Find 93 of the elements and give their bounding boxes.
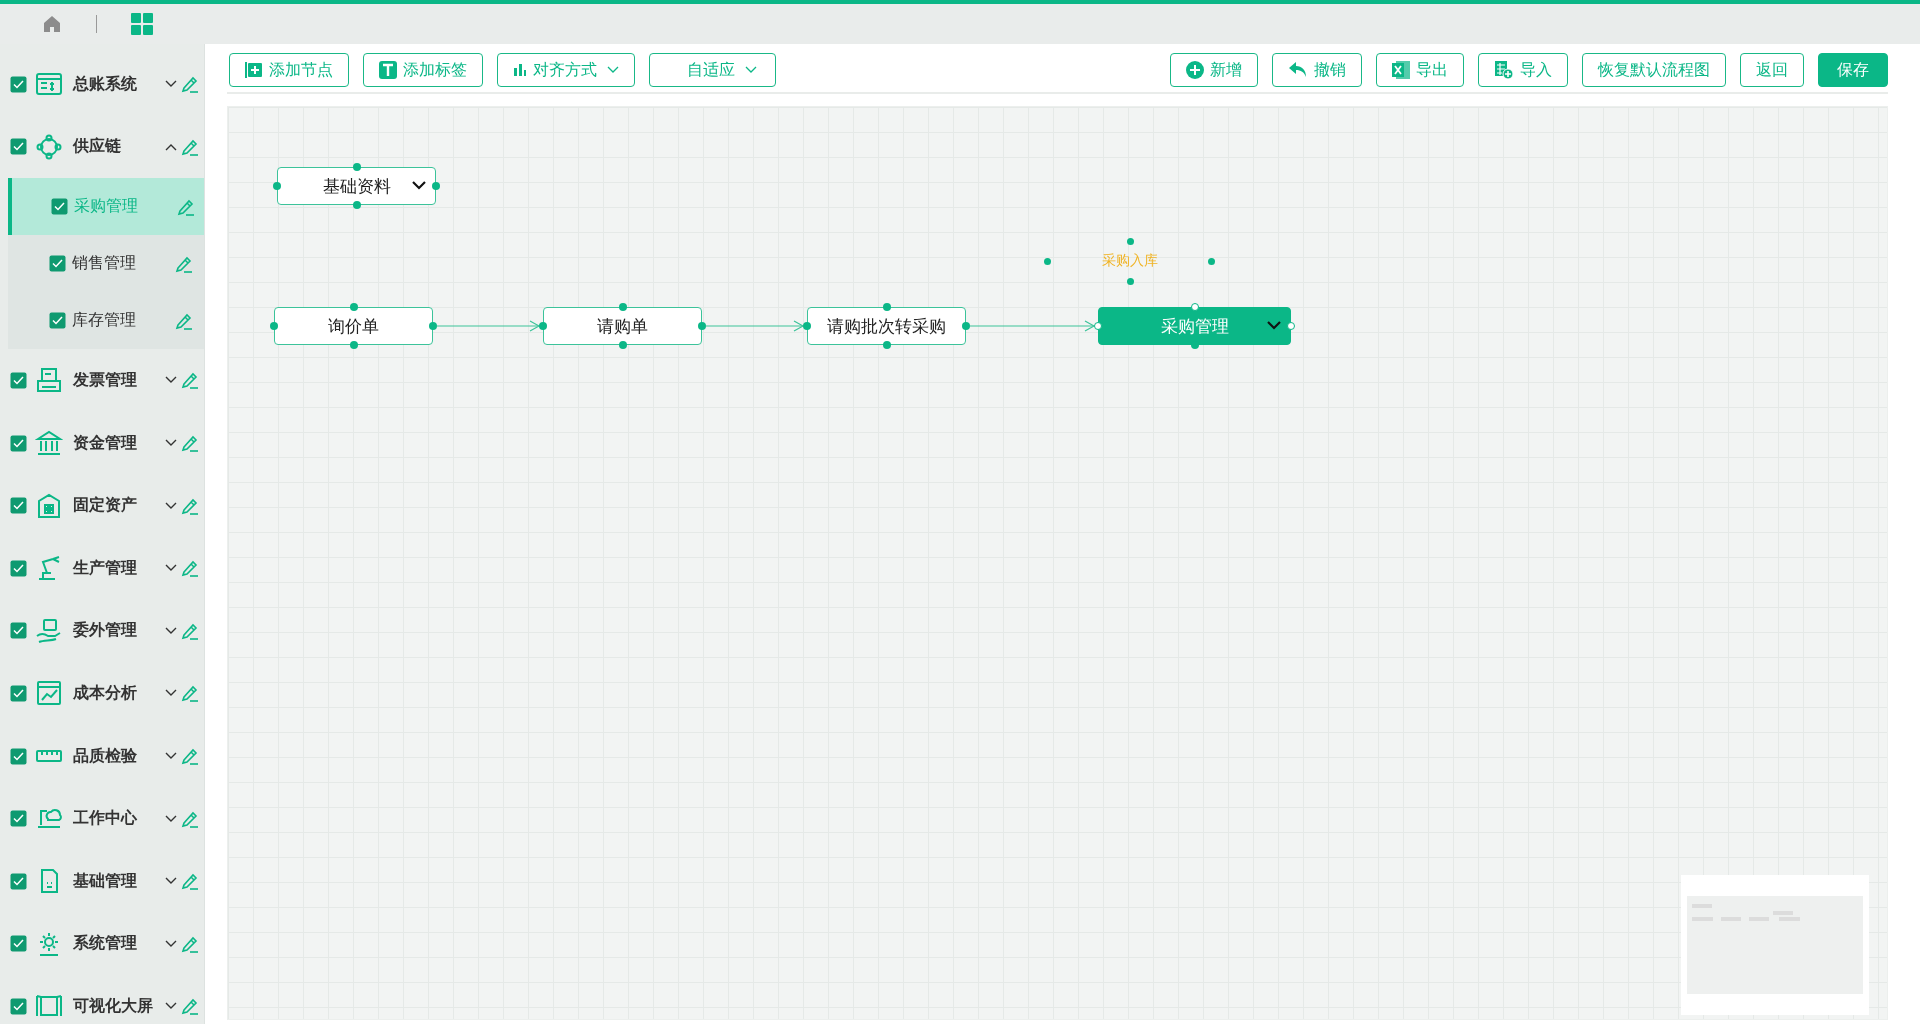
chevron-icon[interactable] — [165, 439, 177, 448]
checkbox[interactable] — [10, 872, 27, 890]
flow-node[interactable]: 基础资料 — [277, 167, 436, 205]
menu-item-label[interactable]: 资金管理 — [73, 432, 165, 454]
connection-port[interactable] — [618, 341, 627, 349]
connection-port[interactable] — [432, 182, 440, 190]
submenu-item[interactable]: 销售管理 — [8, 235, 204, 293]
flow-node[interactable]: 请购单 — [543, 307, 702, 345]
chevron-icon[interactable] — [165, 564, 177, 573]
text-icon — [379, 61, 397, 79]
chevron-icon[interactable] — [165, 80, 177, 89]
pencil-icon[interactable] — [175, 311, 193, 330]
table-plus-icon — [1494, 60, 1514, 80]
printer-icon — [35, 366, 63, 395]
checkbox[interactable] — [10, 684, 27, 702]
chevron-icon — [745, 66, 757, 74]
menu-item-label[interactable]: 供应链 — [73, 136, 165, 158]
connection-port[interactable] — [349, 303, 358, 311]
bank-icon — [35, 429, 63, 458]
connection-port[interactable] — [1127, 238, 1134, 245]
connection-port[interactable] — [698, 322, 706, 330]
connection-port[interactable] — [1208, 258, 1215, 265]
checkbox[interactable] — [49, 312, 66, 330]
checkbox[interactable] — [10, 497, 27, 515]
checkbox[interactable] — [10, 75, 27, 93]
flag-plus-icon — [245, 61, 263, 79]
menu-item-label[interactable]: 固定资产 — [73, 495, 165, 517]
chevron-icon[interactable] — [165, 814, 177, 823]
connection-port[interactable] — [962, 322, 970, 330]
chevron-icon[interactable] — [165, 939, 177, 948]
flow-node[interactable]: 请购批次转采购 — [807, 307, 966, 345]
menu-item-label[interactable]: 生产管理 — [73, 557, 165, 579]
checkbox[interactable] — [10, 935, 27, 953]
checkbox[interactable] — [10, 622, 27, 640]
checkbox[interactable] — [10, 372, 27, 389]
menu-item-label[interactable]: 基础管理 — [73, 870, 165, 892]
menu-item-label[interactable]: 工作中心 — [73, 808, 165, 830]
connection-port[interactable] — [349, 341, 358, 349]
connection-port[interactable] — [270, 322, 278, 330]
flow-node[interactable]: 询价单 — [274, 307, 433, 345]
undo-icon — [1288, 61, 1308, 79]
hand-icon — [35, 616, 63, 645]
menu-item-label[interactable]: 总账系统 — [73, 73, 165, 95]
building-icon — [35, 491, 63, 520]
connection-port[interactable] — [1127, 278, 1134, 285]
checkbox[interactable] — [10, 559, 27, 577]
connection-port[interactable] — [352, 163, 361, 171]
menu-item-label[interactable]: 成本分析 — [73, 682, 165, 704]
pencil-icon[interactable] — [177, 197, 195, 216]
menu-item-label[interactable]: 品质检验 — [73, 745, 165, 767]
home-icon[interactable] — [42, 14, 62, 34]
checkbox[interactable] — [10, 434, 27, 452]
connection-port[interactable] — [1287, 322, 1295, 330]
chevron-icon[interactable] — [165, 142, 177, 151]
chevron-icon[interactable] — [165, 626, 177, 635]
menu-item-label[interactable]: 可视化大屏 — [73, 995, 165, 1017]
connection-port[interactable] — [273, 182, 281, 190]
checkbox[interactable] — [10, 138, 27, 156]
pencil-icon[interactable] — [175, 254, 193, 273]
connection-port[interactable] — [1190, 303, 1199, 311]
checkbox[interactable] — [49, 255, 66, 273]
checkbox[interactable] — [10, 997, 27, 1015]
grid-icon[interactable] — [131, 13, 153, 35]
menu-item-label[interactable]: 发票管理 — [73, 370, 165, 391]
chevron-icon[interactable] — [412, 181, 426, 190]
plus-circle-icon — [1186, 61, 1204, 79]
submenu-item[interactable]: 库存管理 — [8, 292, 204, 350]
chart-icon — [35, 679, 63, 708]
checkbox[interactable] — [10, 810, 27, 828]
bar-chart-icon — [513, 63, 527, 77]
menu-item-label[interactable]: 系统管理 — [73, 933, 165, 955]
connection-port[interactable] — [1094, 322, 1102, 330]
chevron-icon[interactable] — [165, 689, 177, 698]
connection-port[interactable] — [352, 201, 361, 209]
spreadsheet-icon — [1392, 60, 1410, 80]
connection-port[interactable] — [1044, 258, 1051, 265]
checkbox[interactable] — [10, 747, 27, 765]
chevron-icon — [607, 66, 619, 74]
menu-item-label[interactable]: 委外管理 — [73, 620, 165, 642]
chevron-icon[interactable] — [1267, 321, 1281, 330]
checkbox[interactable] — [51, 198, 68, 216]
chevron-icon[interactable] — [165, 501, 177, 510]
chevron-icon[interactable] — [165, 752, 177, 761]
connection-port[interactable] — [539, 322, 547, 330]
chevron-icon[interactable] — [165, 376, 177, 385]
connection-port[interactable] — [803, 322, 811, 330]
connection-port[interactable] — [882, 303, 891, 311]
chevron-icon[interactable] — [165, 1002, 177, 1011]
connection-port[interactable] — [618, 303, 627, 311]
network-icon — [35, 132, 63, 161]
connection-port[interactable] — [882, 341, 891, 349]
connection-port[interactable] — [429, 322, 437, 330]
chevron-icon[interactable] — [165, 877, 177, 886]
